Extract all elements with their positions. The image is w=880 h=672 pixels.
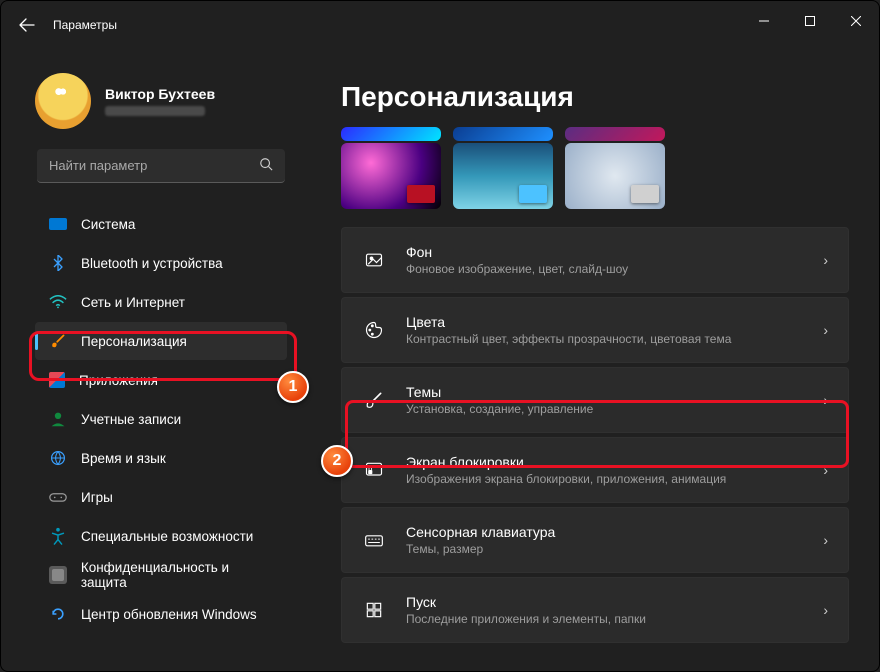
chevron-right-icon: ›: [823, 602, 828, 618]
user-email-blurred: [105, 106, 205, 116]
card-touch-keyboard[interactable]: Сенсорная клавиатура Темы, размер ›: [341, 507, 849, 573]
sidebar-item-time-language[interactable]: Время и язык: [35, 439, 287, 477]
bluetooth-icon: [49, 254, 67, 272]
image-icon: [362, 248, 386, 272]
sidebar-item-label: Игры: [81, 490, 113, 505]
search-input[interactable]: [49, 158, 259, 173]
annotation-badge-1: 1: [277, 371, 309, 403]
theme-thumb[interactable]: [341, 127, 441, 141]
maximize-button[interactable]: [787, 1, 833, 41]
sidebar-item-label: Система: [81, 217, 135, 232]
sidebar-item-windows-update[interactable]: Центр обновления Windows: [35, 595, 287, 633]
palette-icon: [362, 318, 386, 342]
sidebar-item-network[interactable]: Сеть и Интернет: [35, 283, 287, 321]
annotation-badge-2: 2: [321, 445, 353, 477]
card-sub: Изображения экрана блокировки, приложени…: [406, 472, 726, 486]
gamepad-icon: [49, 488, 67, 506]
card-start[interactable]: Пуск Последние приложения и элементы, па…: [341, 577, 849, 643]
sidebar-item-label: Сеть и Интернет: [81, 295, 185, 310]
apps-icon: [49, 372, 65, 388]
theme-gallery: [341, 127, 849, 209]
display-icon: [49, 218, 67, 230]
chevron-right-icon: ›: [823, 392, 828, 408]
card-lockscreen[interactable]: Экран блокировки Изображения экрана блок…: [341, 437, 849, 503]
wifi-icon: [49, 293, 67, 311]
search-icon: [259, 157, 273, 174]
titlebar: Параметры: [1, 1, 879, 49]
settings-cards: Фон Фоновое изображение, цвет, слайд-шоу…: [341, 227, 849, 643]
user-card[interactable]: Виктор Бухтеев: [13, 49, 299, 149]
brush-icon: [49, 332, 67, 350]
sidebar-item-apps[interactable]: Приложения: [35, 361, 287, 399]
card-title: Сенсорная клавиатура: [406, 524, 555, 540]
chevron-right-icon: ›: [823, 252, 828, 268]
minimize-button[interactable]: [741, 1, 787, 41]
brush-icon: [362, 388, 386, 412]
window-title: Параметры: [53, 18, 117, 32]
avatar: [35, 73, 91, 129]
card-sub: Темы, размер: [406, 542, 555, 556]
start-icon: [362, 598, 386, 622]
sidebar-item-label: Конфиденциальность и защита: [81, 560, 277, 590]
sidebar-item-system[interactable]: Система: [35, 205, 287, 243]
sidebar-item-personalization[interactable]: Персонализация: [35, 322, 287, 360]
globe-icon: [49, 449, 67, 467]
sidebar-item-accessibility[interactable]: Специальные возможности: [35, 517, 287, 555]
sidebar: Виктор Бухтеев Система Bluetooth и устро…: [1, 49, 311, 671]
user-icon: [49, 410, 67, 428]
sidebar-item-label: Учетные записи: [81, 412, 181, 427]
card-title: Пуск: [406, 594, 646, 610]
window-controls: [741, 1, 879, 41]
theme-thumb[interactable]: [565, 143, 665, 209]
sidebar-item-label: Время и язык: [81, 451, 166, 466]
theme-thumb[interactable]: [341, 143, 441, 209]
sidebar-item-label: Персонализация: [81, 334, 187, 349]
card-background[interactable]: Фон Фоновое изображение, цвет, слайд-шоу…: [341, 227, 849, 293]
sidebar-item-label: Приложения: [79, 373, 158, 388]
shield-icon: [49, 566, 67, 584]
back-button[interactable]: [9, 7, 45, 43]
close-button[interactable]: [833, 1, 879, 41]
card-sub: Установка, создание, управление: [406, 402, 593, 416]
accessibility-icon: [49, 527, 67, 545]
card-title: Темы: [406, 384, 593, 400]
sidebar-item-label: Центр обновления Windows: [81, 607, 257, 622]
card-title: Экран блокировки: [406, 454, 726, 470]
sidebar-item-accounts[interactable]: Учетные записи: [35, 400, 287, 438]
sidebar-item-label: Специальные возможности: [81, 529, 253, 544]
user-name: Виктор Бухтеев: [105, 86, 215, 102]
card-themes[interactable]: Темы Установка, создание, управление ›: [341, 367, 849, 433]
main-content: Персонализация Фон Фон: [311, 49, 879, 671]
theme-thumb[interactable]: [565, 127, 665, 141]
search-box[interactable]: [37, 149, 285, 183]
chevron-right-icon: ›: [823, 462, 828, 478]
theme-thumb[interactable]: [453, 127, 553, 141]
sidebar-item-bluetooth[interactable]: Bluetooth и устройства: [35, 244, 287, 282]
card-title: Фон: [406, 244, 628, 260]
card-sub: Фоновое изображение, цвет, слайд-шоу: [406, 262, 628, 276]
nav: Система Bluetooth и устройства Сеть и Ин…: [13, 205, 299, 634]
sidebar-item-privacy[interactable]: Конфиденциальность и защита: [35, 556, 287, 594]
card-colors[interactable]: Цвета Контрастный цвет, эффекты прозрачн…: [341, 297, 849, 363]
chevron-right-icon: ›: [823, 532, 828, 548]
card-title: Цвета: [406, 314, 731, 330]
sidebar-item-gaming[interactable]: Игры: [35, 478, 287, 516]
sidebar-item-label: Bluetooth и устройства: [81, 256, 223, 271]
update-icon: [49, 605, 67, 623]
page-title: Персонализация: [341, 81, 849, 113]
card-sub: Контрастный цвет, эффекты прозрачности, …: [406, 332, 731, 346]
card-sub: Последние приложения и элементы, папки: [406, 612, 646, 626]
lockscreen-icon: [362, 458, 386, 482]
chevron-right-icon: ›: [823, 322, 828, 338]
theme-thumb[interactable]: [453, 143, 553, 209]
keyboard-icon: [362, 528, 386, 552]
